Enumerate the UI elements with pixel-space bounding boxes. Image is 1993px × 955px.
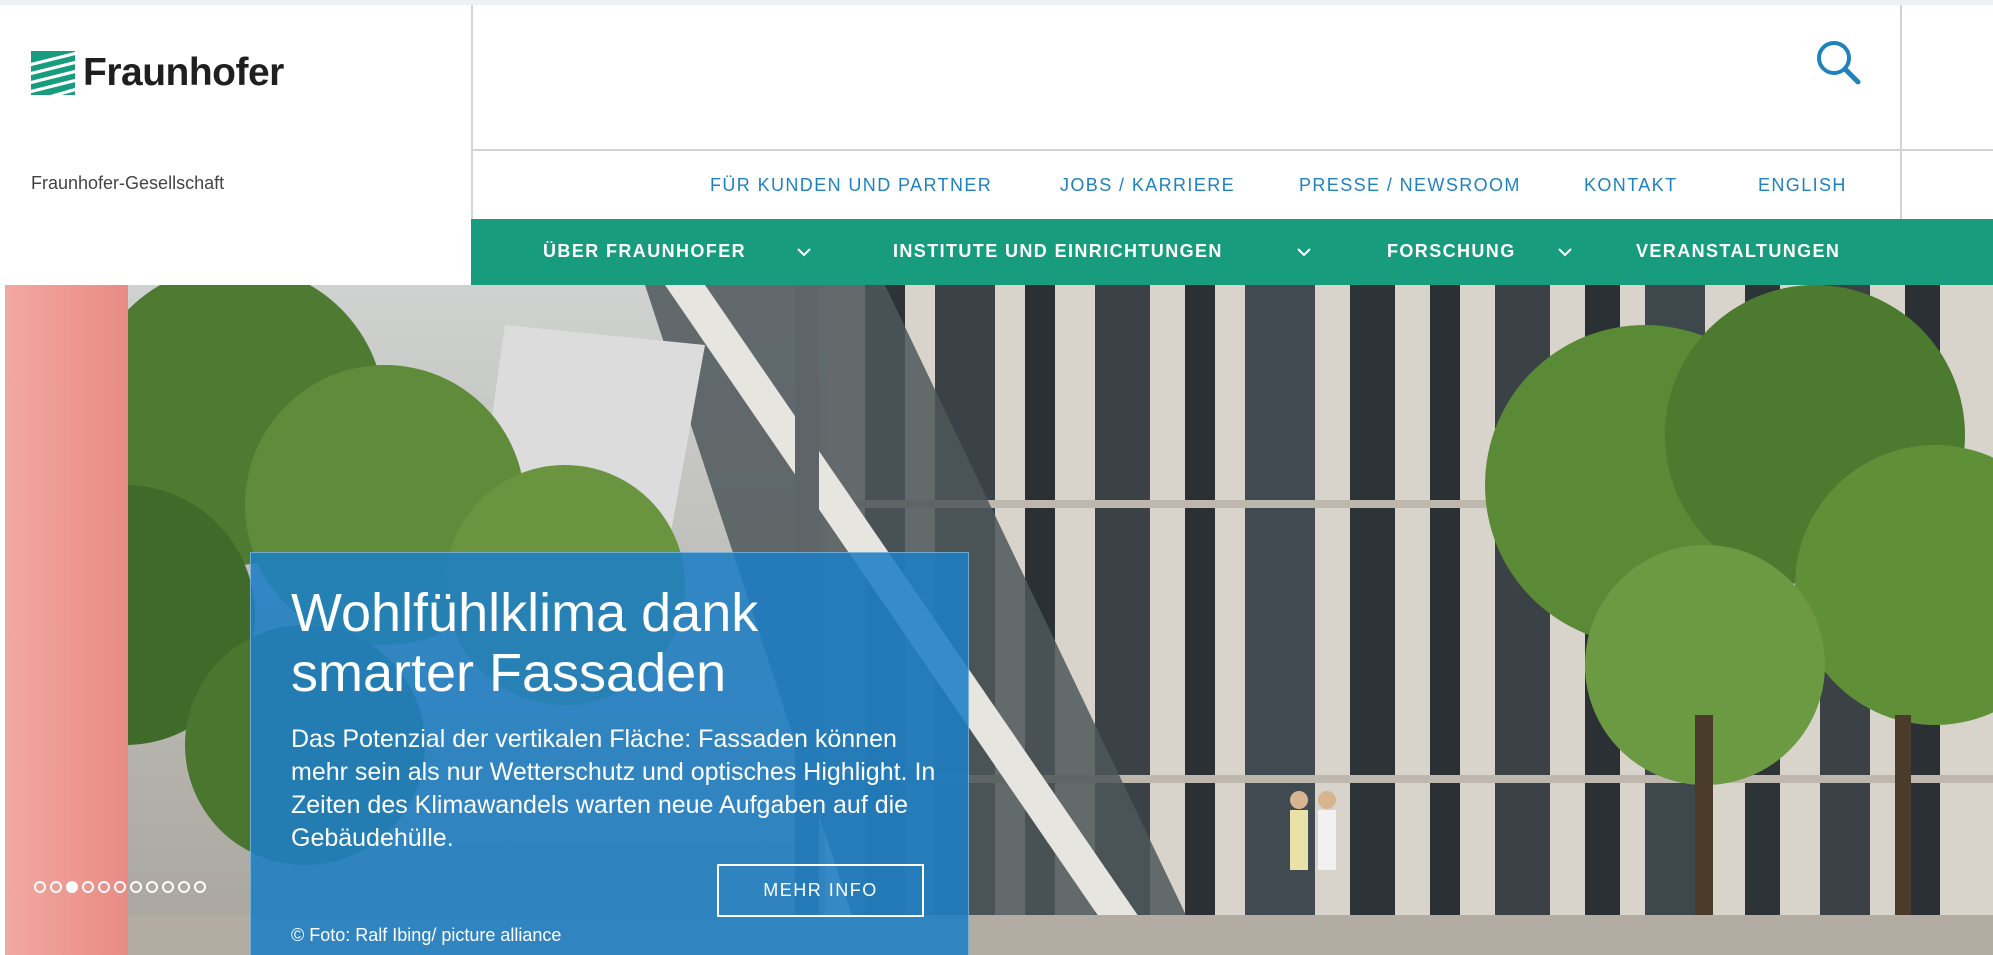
more-info-button[interactable]: MEHR INFO: [717, 864, 924, 917]
meta-nav-presse-newsroom[interactable]: PRESSE / NEWSROOM: [1299, 175, 1521, 196]
organization-name: Fraunhofer-Gesellschaft: [31, 173, 225, 193]
slider-dot[interactable]: [82, 881, 94, 893]
header-divider-right: [1900, 5, 1902, 219]
slider-dot[interactable]: [98, 881, 110, 893]
main-nav-veranstaltungen[interactable]: VERANSTALTUNGEN: [1636, 241, 1840, 262]
fraunhofer-logo-icon: [31, 51, 75, 95]
meta-nav-jobs-karriere[interactable]: JOBS / KARRIERE: [1060, 175, 1235, 196]
logo-area: Fraunhofer Fraunhofer-Gesellschaft: [5, 5, 471, 285]
main-nav-forschung[interactable]: FORSCHUNG: [1387, 241, 1516, 262]
meta-nav-kontakt[interactable]: KONTAKT: [1584, 175, 1677, 196]
main-nav-ueber-fraunhofer[interactable]: ÜBER FRAUNHOFER: [543, 241, 746, 262]
meta-navigation: FÜR KUNDEN UND PARTNER JOBS / KARRIERE P…: [471, 151, 1900, 219]
chevron-down-icon[interactable]: [796, 244, 812, 260]
chevron-down-icon[interactable]: [1296, 244, 1312, 260]
slider-dot[interactable]: [66, 881, 78, 893]
slider-dot[interactable]: [146, 881, 158, 893]
slider-dot[interactable]: [130, 881, 142, 893]
slider-dot[interactable]: [114, 881, 126, 893]
chevron-down-icon[interactable]: [1557, 244, 1573, 260]
fraunhofer-logo[interactable]: Fraunhofer: [31, 51, 284, 95]
slider-dot[interactable]: [178, 881, 190, 893]
main-navigation: ÜBER FRAUNHOFER INSTITUTE UND EINRICHTUN…: [471, 219, 1993, 285]
hero-slider: Wohlfühlklima dank smarter Fassaden Das …: [5, 285, 1993, 955]
meta-nav-english[interactable]: ENGLISH: [1758, 175, 1847, 196]
slider-dot[interactable]: [50, 881, 62, 893]
hero-teaser-box: Wohlfühlklima dank smarter Fassaden Das …: [250, 552, 969, 955]
slider-dot[interactable]: [34, 881, 46, 893]
photo-credit: © Foto: Ralf Ibing/ picture alliance: [291, 925, 562, 945]
hero-text: Das Potenzial der vertikalen Fläche: Fas…: [291, 725, 936, 852]
hero-title: Wohlfühlklima dank smarter Fassaden: [291, 583, 759, 703]
search-icon[interactable]: [1814, 38, 1864, 88]
meta-nav-kunden-partner[interactable]: FÜR KUNDEN UND PARTNER: [710, 175, 992, 196]
slider-dot[interactable]: [194, 881, 206, 893]
main-nav-institute[interactable]: INSTITUTE UND EINRICHTUNGEN: [893, 241, 1223, 262]
slider-dot[interactable]: [162, 881, 174, 893]
logo-text: Fraunhofer: [83, 51, 284, 94]
slider-pagination: [34, 881, 206, 893]
